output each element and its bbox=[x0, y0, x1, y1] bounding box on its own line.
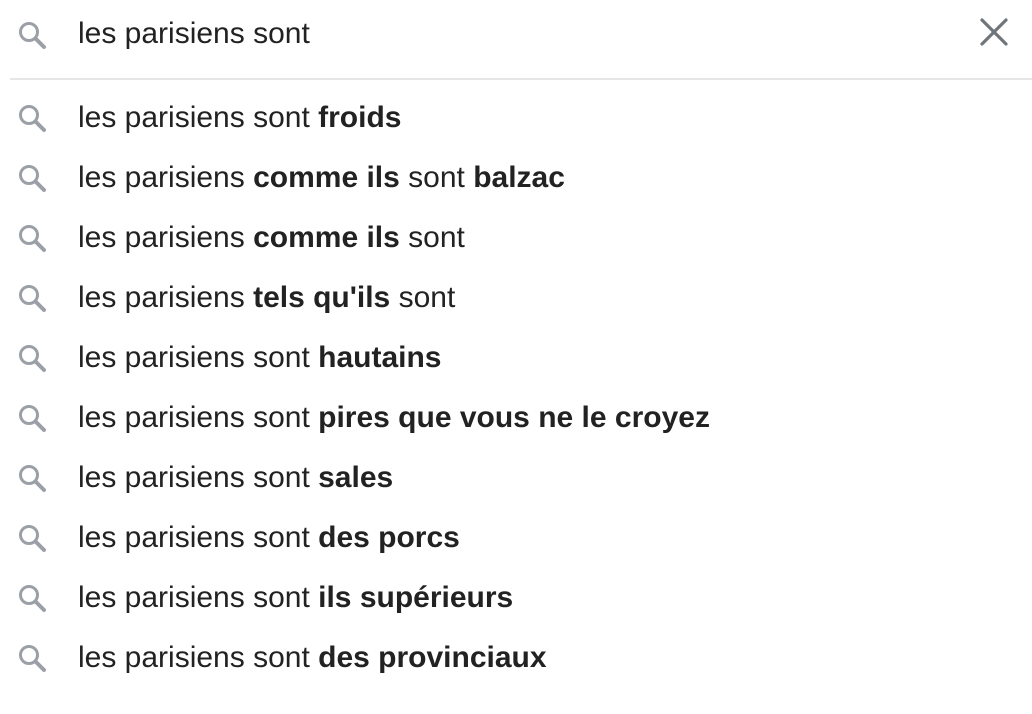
suggestion-item[interactable]: les parisiens comme ils sont bbox=[0, 208, 1032, 268]
suggestion-text: les parisiens sont des provinciaux bbox=[78, 640, 547, 676]
search-bar bbox=[0, 0, 1032, 68]
search-icon bbox=[16, 162, 48, 194]
suggestion-query-part: les parisiens sont bbox=[78, 461, 319, 494]
suggestion-completion: des porcs bbox=[318, 521, 460, 554]
suggestion-item[interactable]: les parisiens tels qu'ils sont bbox=[0, 268, 1032, 328]
search-icon bbox=[16, 102, 48, 134]
suggestion-query-part: sont bbox=[390, 281, 456, 314]
suggestion-item[interactable]: les parisiens comme ils sont balzac bbox=[0, 148, 1032, 208]
search-input[interactable] bbox=[78, 12, 958, 56]
search-icon bbox=[16, 282, 48, 314]
suggestion-query-part: sont bbox=[399, 221, 465, 254]
suggestion-completion: ils supérieurs bbox=[318, 581, 514, 614]
suggestion-item[interactable]: les parisiens sont ils supérieurs bbox=[0, 568, 1032, 628]
suggestion-completion: des provinciaux bbox=[318, 641, 547, 674]
suggestion-query-part: les parisiens sont bbox=[78, 521, 319, 554]
suggestion-item[interactable]: les parisiens sont des porcs bbox=[0, 508, 1032, 568]
suggestion-query-part: les parisiens bbox=[78, 221, 254, 254]
suggestion-query-part: les parisiens sont bbox=[78, 341, 319, 374]
suggestion-query-part: les parisiens sont bbox=[78, 581, 319, 614]
suggestion-completion: tels qu'ils bbox=[253, 281, 391, 314]
suggestion-item[interactable]: les parisiens sont des provinciaux bbox=[0, 628, 1032, 688]
suggestion-completion: balzac bbox=[473, 161, 565, 194]
suggestion-completion: froids bbox=[318, 101, 402, 134]
suggestion-query-part: les parisiens sont bbox=[78, 401, 319, 434]
suggestion-text: les parisiens sont froids bbox=[78, 100, 401, 136]
suggestion-item[interactable]: les parisiens sont froids bbox=[0, 88, 1032, 148]
suggestion-query-part: les parisiens sont bbox=[78, 101, 319, 134]
close-icon bbox=[978, 16, 1010, 53]
search-icon bbox=[16, 522, 48, 554]
search-icon bbox=[16, 402, 48, 434]
suggestion-query-part: les parisiens bbox=[78, 281, 254, 314]
suggestion-list: les parisiens sont froids les parisiens c… bbox=[0, 88, 1032, 688]
suggestion-completion: sales bbox=[318, 461, 394, 494]
search-icon bbox=[16, 342, 48, 374]
suggestion-text: les parisiens sont hautains bbox=[78, 340, 441, 376]
suggestion-text: les parisiens comme ils sont balzac bbox=[78, 160, 565, 196]
suggestion-query-part: sont bbox=[399, 161, 474, 194]
search-icon bbox=[16, 642, 48, 674]
suggestion-item[interactable]: les parisiens sont sales bbox=[0, 448, 1032, 508]
suggestion-item[interactable]: les parisiens sont pires que vous ne le … bbox=[0, 388, 1032, 448]
suggestion-text: les parisiens sont pires que vous ne le … bbox=[78, 400, 710, 436]
clear-search-button[interactable] bbox=[970, 10, 1018, 58]
suggestion-completion: hautains bbox=[318, 341, 442, 374]
suggestion-completion: pires que vous ne le croyez bbox=[318, 401, 710, 434]
search-icon bbox=[16, 582, 48, 614]
suggestion-text: les parisiens tels qu'ils sont bbox=[78, 280, 455, 316]
suggestion-completion: comme ils bbox=[253, 161, 400, 194]
suggestion-text: les parisiens sont sales bbox=[78, 460, 393, 496]
search-icon bbox=[16, 462, 48, 494]
suggestion-query-part: les parisiens bbox=[78, 161, 254, 194]
divider bbox=[10, 78, 1032, 80]
suggestion-item[interactable]: les parisiens sont hautains bbox=[0, 328, 1032, 388]
suggestion-query-part: les parisiens sont bbox=[78, 641, 319, 674]
search-icon bbox=[16, 19, 48, 51]
suggestion-text: les parisiens comme ils sont bbox=[78, 220, 465, 256]
suggestion-text: les parisiens sont des porcs bbox=[78, 520, 460, 556]
suggestion-text: les parisiens sont ils supérieurs bbox=[78, 580, 513, 616]
suggestion-completion: comme ils bbox=[253, 221, 400, 254]
search-icon bbox=[16, 222, 48, 254]
